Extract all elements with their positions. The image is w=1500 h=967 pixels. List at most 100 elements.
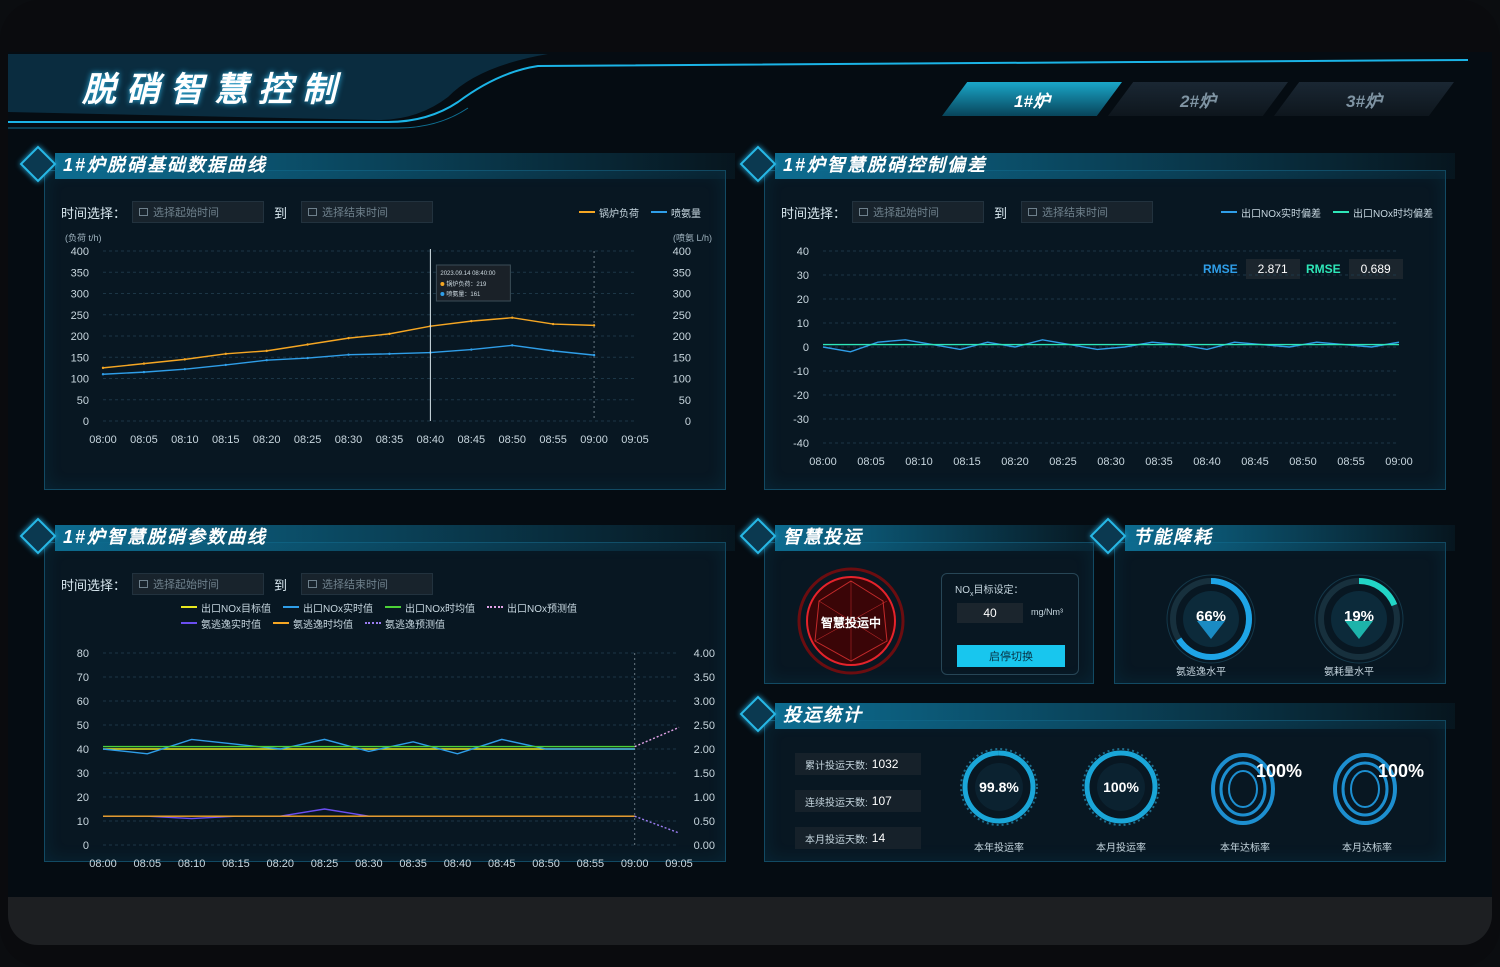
chart-params: (NOx mg/Nm³)(氨逃逸 mg/Nm³)00.00100.50201.0… [77,648,715,870]
data-point [265,359,268,362]
y-tick-label: 20 [797,294,809,306]
data-point [306,356,309,360]
x-tick-label: 08:20 [1001,456,1029,468]
setpoint-label: NOx目标设定： [955,585,1024,598]
panel-operation: 智慧投运 智慧投运中 NOx目标设定： 40 mg/Nm³ 启停切换 [739,517,1103,684]
energy-gauges: 66% 19% [1166,574,1404,664]
end-time-input[interactable]: 选择结束时间 [1021,201,1154,223]
y-axis-label-left: (负荷 t/h) [65,232,102,243]
y-tick-label-left: 60 [77,696,89,708]
gauge-value: 19% [1344,608,1374,625]
x-tick-label: 08:25 [311,858,339,870]
y-tick-label-right: 350 [673,267,691,279]
spiral-ring [1228,770,1258,808]
y-tick-label-left: 250 [71,310,89,322]
gauge-value: 66% [1196,608,1226,625]
tab-furnace-1[interactable]: 1#炉 [942,82,1122,116]
tab-furnace-2[interactable]: 2#炉 [1108,82,1288,116]
y-tick-label: 0 [803,342,809,354]
data-point [592,324,596,327]
y-tick-label-right: 200 [673,331,691,343]
x-tick-label: 08:25 [1049,456,1077,468]
y-axis-label-right: (喷氨 L/h) [673,232,712,243]
y-tick-label: 10 [797,318,809,330]
tooltip-time: 2023.09.14 08:40:00 [440,271,496,277]
x-tick-label: 09:05 [621,434,649,446]
start-time-input[interactable]: 选择起始时间 [132,573,265,595]
x-tick-label: 09:00 [580,434,608,446]
furnace-tabs: 1#炉 2#炉 3#炉 [942,82,1454,116]
setpoint-unit: mg/Nm³ [1031,607,1063,617]
setpoint-input[interactable]: 40 [957,603,1023,623]
time-select-label: 时间选择： [781,205,847,221]
y-tick-label-left: 10 [77,816,89,828]
x-tick-label: 08:15 [212,434,240,446]
legend-item: 氨逃逸实时值 [181,615,261,631]
x-tick-label: 08:55 [539,434,567,446]
data-point [265,349,268,353]
diamond-icon [19,145,57,183]
data-point [511,344,514,347]
y-tick-label: -20 [793,390,809,402]
data-point [551,322,555,326]
x-tick-label: 08:05 [134,858,162,870]
dashboard-screen: 脱硝智慧控制 1#炉 2#炉 3#炉 1#炉脱硝基础数据曲线 时间选择： 选择起… [8,52,1492,897]
bottom-strip [8,897,1492,945]
legend-item: 出口NOx预测值 [487,599,577,615]
calendar-icon [139,208,149,216]
data-point [306,343,309,346]
legend-deviation: 出口NOx实时偏差 出口NOx时均偏差 [1221,204,1445,220]
spiral-ring [1350,770,1380,808]
tooltip-line: 喷氨量：161 [446,290,481,298]
legend-item: 喷氨量 [651,204,701,220]
x-tick-label: 08:20 [253,434,281,446]
x-tick-label: 08:40 [444,858,472,870]
data-point [470,348,473,351]
y-tick-label-right: 0.50 [694,816,715,828]
panel-energy: 节能降耗 66% 19% 氨逃逸水平 氨耗量水平 [1089,517,1455,684]
ring-value: 100% [1103,779,1139,795]
gauge-label: 氨耗量水平 [1324,667,1374,678]
x-tick-label: 08:00 [809,456,837,468]
data-point [101,366,105,370]
x-tick-label: 08:45 [1241,456,1269,468]
gauge-label: 氨逃逸水平 [1176,667,1226,678]
data-point [183,367,187,371]
to-label: 到 [994,205,1008,221]
panel-title-basic: 1#炉脱硝基础数据曲线 [63,155,268,175]
ring-label: 本年投运率 [974,843,1024,854]
x-tick-label: 08:15 [953,456,981,468]
panel-title-deviation: 1#炉智慧脱硝控制偏差 [783,155,988,175]
legend-item: 出口NOx目标值 [181,599,271,615]
data-point [224,363,227,367]
y-tick-label-left: 400 [71,246,89,258]
y-tick-label: -40 [793,438,809,450]
x-tick-label: 08:30 [335,434,363,446]
x-tick-label: 08:15 [222,858,250,870]
y-tick-label-right: 3.00 [694,696,715,708]
data-point [347,336,350,340]
panel-params: 1#炉智慧脱硝参数曲线 时间选择： 选择起始时间 到 选择结束时间 出口NOx目… [19,517,735,870]
series-line-6 [634,815,680,834]
x-tick-label: 08:45 [458,434,486,446]
start-time-input[interactable]: 选择起始时间 [132,201,265,223]
legend-item: 出口NOx实时偏差 [1221,204,1321,220]
series-line-0 [822,339,1400,353]
start-time-input[interactable]: 选择起始时间 [852,201,985,223]
toggle-start-stop-button[interactable]: 启停切换 [957,645,1065,667]
x-tick-label: 08:00 [89,434,117,446]
y-tick-label-left: 0 [83,840,89,852]
x-tick-label: 09:05 [665,858,693,870]
end-time-input[interactable]: 选择结束时间 [301,201,434,223]
y-tick-label: 40 [797,246,809,258]
y-tick-label-left: 30 [77,768,89,780]
y-tick-label-right: 4.00 [694,648,715,660]
tab-furnace-3[interactable]: 3#炉 [1274,82,1454,116]
y-tick-label-left: 80 [77,648,89,660]
y-tick-label-right: 150 [673,352,691,364]
data-point [347,353,350,356]
data-point [470,319,473,323]
data-point [101,373,105,376]
x-tick-label: 08:45 [488,858,516,870]
end-time-input[interactable]: 选择结束时间 [301,573,434,595]
